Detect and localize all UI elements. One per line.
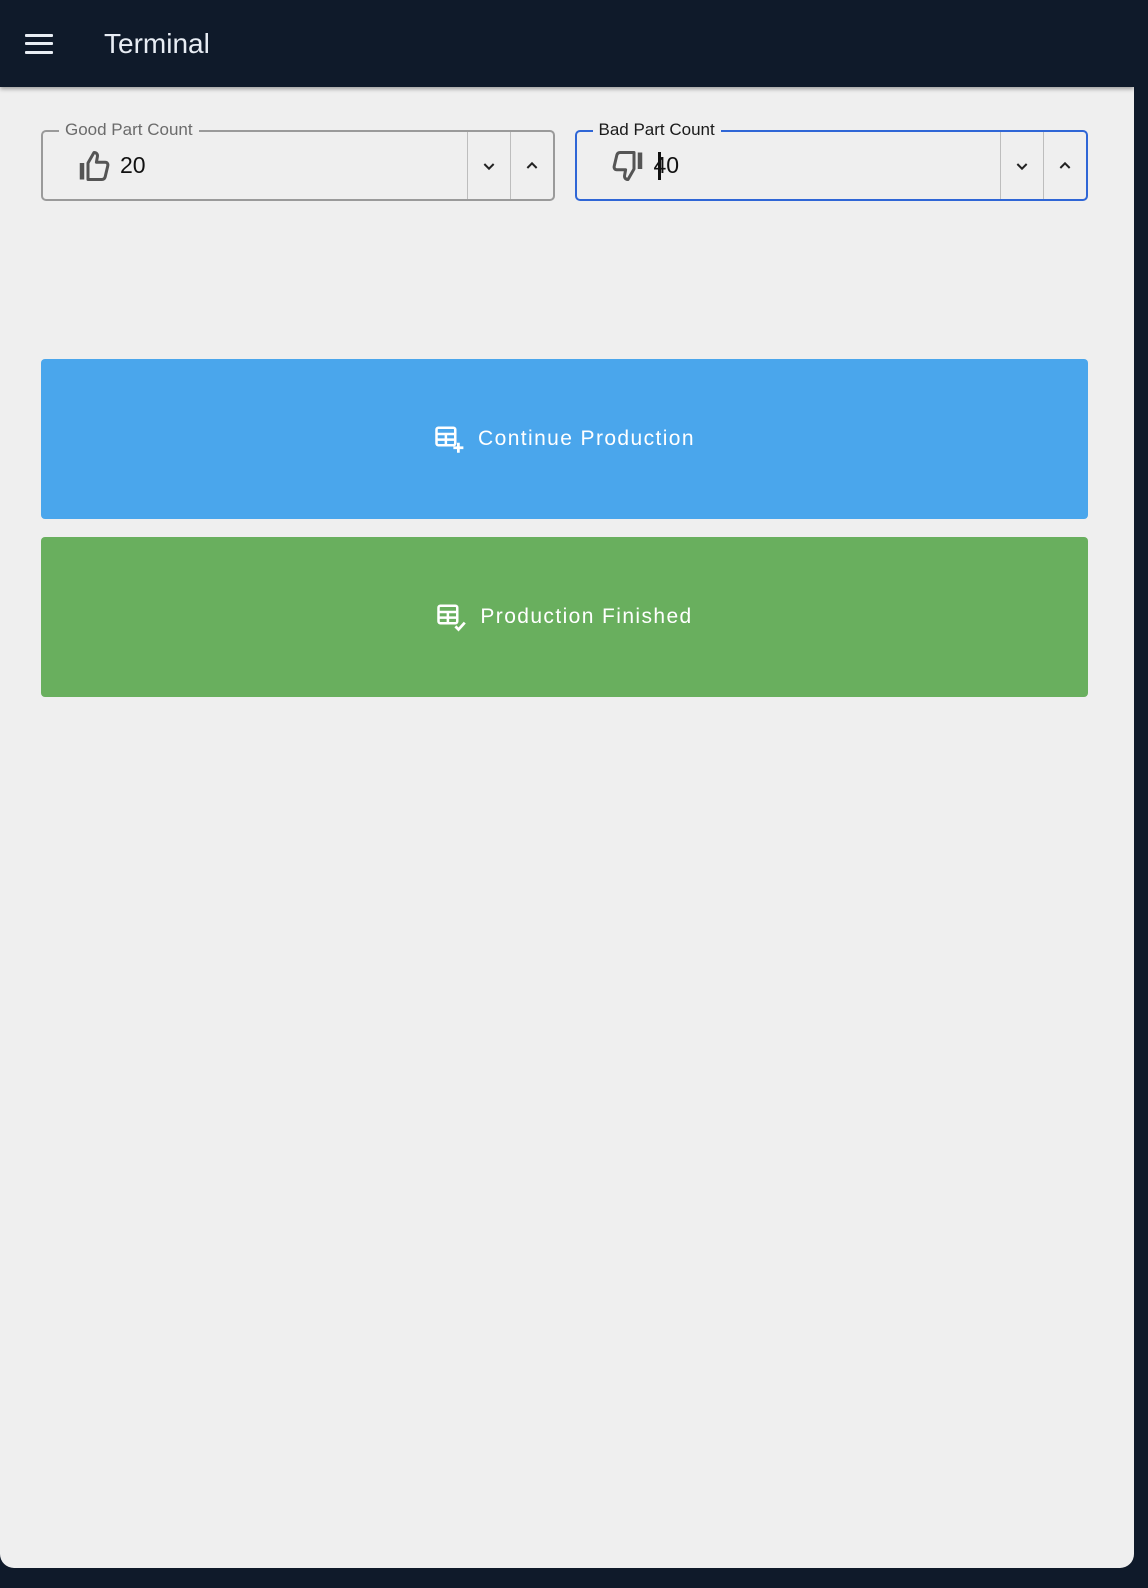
thumb-up-icon — [79, 150, 110, 181]
menu-icon[interactable] — [25, 33, 53, 54]
bad-part-count-main — [577, 132, 1001, 199]
bad-part-count-input[interactable] — [653, 152, 854, 179]
bad-part-count-field: Bad Part Count — [574, 120, 1088, 201]
text-caret — [657, 151, 661, 180]
chevron-down-icon — [1016, 162, 1028, 170]
good-increment-button[interactable] — [509, 132, 553, 199]
app-window: Terminal Good Part Count Bad Part Count — [0, 0, 1134, 1568]
bad-decrement-button[interactable] — [1000, 132, 1043, 199]
thumb-down-icon — [612, 150, 642, 181]
app-bar: Terminal — [0, 0, 1134, 87]
good-part-count-field: Good Part Count — [41, 120, 555, 201]
page-title: Terminal — [104, 27, 210, 59]
production-finished-button[interactable]: Production Finished — [41, 537, 1088, 697]
table-plus-icon — [435, 426, 464, 453]
good-part-count-label: Good Part Count — [59, 120, 199, 140]
bad-part-count-label: Bad Part Count — [592, 120, 721, 140]
good-decrement-button[interactable] — [466, 132, 510, 199]
table-check-icon — [437, 604, 467, 632]
chevron-down-icon — [483, 162, 494, 170]
good-part-count-main — [43, 132, 467, 199]
production-finished-label: Production Finished — [480, 605, 693, 628]
continue-production-label: Continue Production — [478, 427, 695, 450]
continue-production-button[interactable]: Continue Production — [41, 359, 1088, 519]
chevron-up-icon — [526, 161, 537, 169]
good-part-count-input[interactable] — [120, 152, 320, 179]
bad-increment-button[interactable] — [1043, 132, 1086, 199]
chevron-up-icon — [1059, 161, 1071, 169]
part-count-fields: Good Part Count Bad Part Count — [41, 120, 1088, 201]
